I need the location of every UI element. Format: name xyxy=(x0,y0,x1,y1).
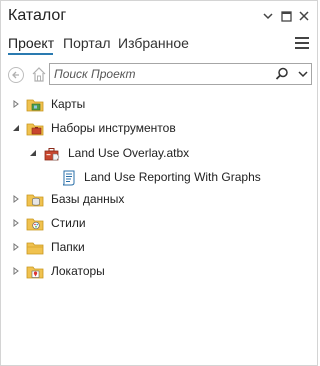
expand-arrow-icon[interactable] xyxy=(11,242,21,252)
tree-item-databases[interactable]: Базы данных xyxy=(1,189,301,211)
expand-arrow-icon[interactable] xyxy=(11,218,21,228)
toolboxes-folder-icon xyxy=(26,120,44,138)
pane-titlebar: Каталог xyxy=(1,1,317,33)
expand-arrow-icon[interactable] xyxy=(11,99,21,109)
search-options-dropdown[interactable] xyxy=(297,67,309,81)
tab-portal[interactable]: Портал xyxy=(63,35,111,51)
catalog-pane: Каталог Проект Портал Избранное Поиск Пр… xyxy=(0,0,318,366)
maps-folder-icon xyxy=(26,96,44,114)
close-button[interactable] xyxy=(297,9,311,23)
folders-icon xyxy=(26,239,44,257)
tree-item-land-use-overlay-toolbox[interactable]: Land Use Overlay.atbx xyxy=(1,143,301,165)
home-icon xyxy=(32,67,46,82)
back-button[interactable] xyxy=(8,67,24,83)
options-dropdown-button[interactable] xyxy=(261,9,275,23)
search-input[interactable] xyxy=(54,65,264,83)
tree-item-label: Land Use Overlay.atbx xyxy=(68,146,190,160)
styles-folder-icon xyxy=(26,215,44,233)
tree-item-label: Наборы инструментов xyxy=(51,121,176,135)
tab-favorites[interactable]: Избранное xyxy=(118,35,189,51)
home-button[interactable] xyxy=(31,66,47,83)
chevron-down-icon xyxy=(298,71,308,78)
catalog-tabs: Проект Портал Избранное xyxy=(1,33,317,55)
pane-title: Каталог xyxy=(8,7,67,24)
active-tab-indicator xyxy=(8,53,53,55)
collapse-arrow-icon[interactable] xyxy=(28,148,38,158)
tree-item-label: Стили xyxy=(51,216,86,230)
script-tool-icon xyxy=(60,169,78,187)
tab-project[interactable]: Проект xyxy=(8,35,54,51)
databases-folder-icon xyxy=(26,191,44,209)
locators-folder-icon xyxy=(26,263,44,281)
search-button[interactable] xyxy=(275,67,289,81)
maximize-icon xyxy=(280,10,292,22)
search-box xyxy=(49,63,312,85)
tree-item-label: Базы данных xyxy=(51,192,125,206)
tree-item-label: Папки xyxy=(51,240,85,254)
tree-item-folders[interactable]: Папки xyxy=(1,237,301,259)
close-icon xyxy=(299,11,309,21)
expand-arrow-icon[interactable] xyxy=(11,194,21,204)
maximize-button[interactable] xyxy=(279,9,293,23)
arrow-left-icon xyxy=(12,71,19,79)
tree-item-maps[interactable]: Карты xyxy=(1,94,301,116)
menu-button[interactable] xyxy=(295,37,309,51)
hamburger-menu-icon xyxy=(295,37,309,49)
expand-arrow-icon[interactable] xyxy=(11,266,21,276)
tree-item-toolboxes[interactable]: Наборы инструментов xyxy=(1,118,301,140)
chevron-down-icon xyxy=(263,13,273,20)
tree-item-styles[interactable]: Стили xyxy=(1,213,301,235)
toolbox-icon xyxy=(43,145,61,163)
tree-item-label: Локаторы xyxy=(51,264,105,278)
tree-item-label: Карты xyxy=(51,97,86,111)
tree-item-land-use-reporting-tool[interactable]: Land Use Reporting With Graphs xyxy=(1,167,301,189)
tree-item-locators[interactable]: Локаторы xyxy=(1,261,301,283)
tree-item-label: Land Use Reporting With Graphs xyxy=(84,170,261,184)
search-icon xyxy=(275,67,288,80)
collapse-arrow-icon[interactable] xyxy=(11,123,21,133)
